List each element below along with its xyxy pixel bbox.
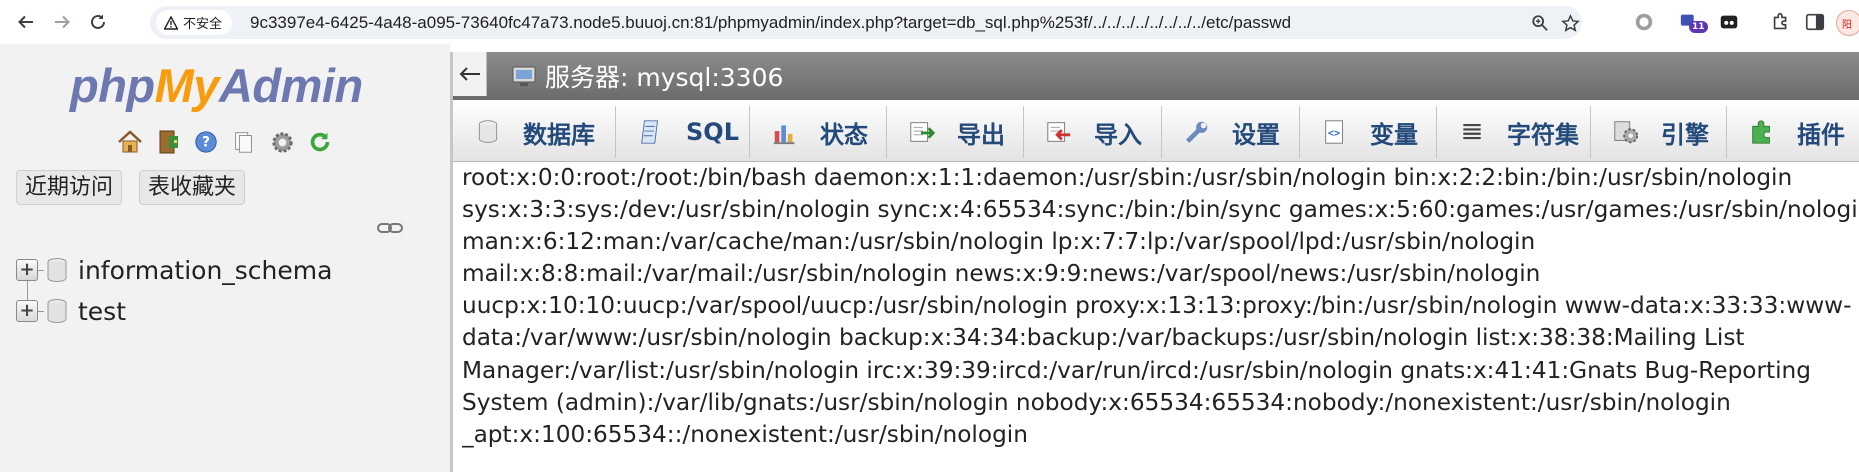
export-icon — [907, 117, 937, 147]
phpmyadmin-logo[interactable]: phpMyAdmin — [70, 58, 363, 113]
tab-export[interactable]: 导出 — [887, 106, 1024, 158]
server-icon — [512, 66, 536, 86]
database-name[interactable]: test — [78, 297, 126, 326]
main-menu: 数据库 SQL 状态 导出 导入 设置 <> 变量 字符集 引擎 插件 — [453, 100, 1859, 162]
plugins-icon — [1747, 117, 1777, 147]
charset-icon — [1457, 117, 1487, 147]
home-icon[interactable] — [116, 127, 144, 157]
tab-settings[interactable]: 设置 — [1162, 106, 1300, 158]
sql-icon — [636, 117, 666, 147]
database-name[interactable]: information_schema — [78, 256, 332, 285]
bookmark-star-icon[interactable] — [1560, 13, 1580, 33]
database-item[interactable]: + information_schema — [16, 254, 332, 286]
help-icon[interactable]: ? — [192, 127, 220, 157]
settings-gear-icon[interactable] — [268, 127, 296, 157]
warning-triangle-icon — [164, 15, 178, 30]
collapse-nav-button[interactable] — [453, 52, 487, 96]
tab-variables[interactable]: <> 变量 — [1300, 106, 1437, 158]
address-bar[interactable]: 不安全 9c3397e4-6425-4a48-a095-73640fc47a73… — [150, 6, 1582, 39]
tab-charsets[interactable]: 字符集 — [1437, 106, 1591, 158]
extension-glasses-icon[interactable] — [1717, 10, 1741, 34]
output-line: mail:x:8:8:mail:/var/mail:/usr/sbin/nolo… — [462, 260, 1541, 288]
tab-import[interactable]: 导入 — [1024, 106, 1162, 158]
svg-text:<>: <> — [1328, 128, 1340, 140]
back-arrow-icon — [18, 15, 33, 29]
refresh-icon[interactable] — [306, 127, 334, 157]
extensions-puzzle-icon[interactable] — [1769, 10, 1793, 34]
security-indicator[interactable]: 不安全 — [156, 10, 233, 35]
security-label: 不安全 — [183, 17, 223, 32]
output-line: sys:x:3:3:sys:/dev:/usr/sbin/nologin syn… — [462, 196, 1859, 224]
docs-icon[interactable] — [230, 127, 258, 157]
arrow-left-icon — [459, 67, 480, 81]
favorites-tab[interactable]: 表收藏夹 — [139, 170, 246, 205]
zoom-icon[interactable] — [1530, 13, 1550, 33]
server-label[interactable]: 服务器: mysql:3306 — [545, 58, 783, 94]
back-button[interactable] — [14, 10, 38, 34]
navigation-panel: phpMyAdmin ? 近期访问 表收藏夹 + information_sch… — [0, 44, 450, 472]
quick-links: ? — [116, 127, 334, 157]
database-icon — [47, 299, 67, 324]
output-line: _apt:x:100:65534::/nonexistent:/usr/sbin… — [462, 420, 1028, 448]
database-item[interactable]: + test — [16, 295, 126, 327]
settings-wrench-icon — [1182, 117, 1212, 147]
page-output: root:x:0:0:root:/root:/bin/bash daemon:x… — [462, 162, 1859, 472]
tab-engines[interactable]: 引擎 — [1591, 106, 1727, 158]
link-chain-icon[interactable] — [376, 220, 404, 236]
engines-icon — [1611, 117, 1641, 147]
side-panel-icon[interactable] — [1803, 10, 1827, 34]
extension-circle-icon[interactable] — [1632, 10, 1656, 34]
svg-text:?: ? — [202, 135, 210, 151]
extension-badge-icon[interactable]: 11 — [1678, 10, 1708, 34]
output-line: root:x:0:0:root:/root:/bin/bash daemon:x… — [462, 164, 1793, 191]
forward-button[interactable] — [50, 10, 74, 34]
url-text[interactable]: 9c3397e4-6425-4a48-a095-73640fc47a73.nod… — [250, 13, 1291, 33]
tab-plugins[interactable]: 插件 — [1727, 106, 1859, 158]
extension-badge-count: 11 — [1689, 21, 1708, 33]
server-breadcrumb-bar: 服务器: mysql:3306 — [453, 52, 1859, 100]
recent-tab[interactable]: 近期访问 — [16, 170, 123, 205]
logout-icon[interactable] — [154, 127, 182, 157]
output-line: System (admin):/var/lib/gnats:/usr/sbin/… — [462, 388, 1731, 416]
tab-status[interactable]: 状态 — [750, 106, 887, 158]
status-icon — [770, 117, 800, 147]
output-line: uucp:x:10:10:uucp:/var/spool/uucp:/usr/s… — [462, 292, 1852, 320]
import-icon — [1044, 117, 1074, 147]
variables-icon: <> — [1320, 117, 1350, 147]
tab-databases[interactable]: 数据库 — [453, 106, 616, 158]
output-line: data:/var/www:/usr/sbin/nologin backup:x… — [462, 324, 1745, 352]
expand-icon[interactable]: + — [16, 259, 38, 281]
reload-button[interactable] — [86, 10, 110, 34]
forward-arrow-icon — [55, 15, 70, 29]
output-line: Manager:/var/list:/usr/sbin/nologin irc:… — [462, 356, 1811, 384]
expand-icon[interactable]: + — [16, 300, 38, 322]
tab-sql[interactable]: SQL — [616, 106, 750, 158]
database-icon — [47, 258, 67, 283]
output-line: man:x:6:12:man:/var/cache/man:/usr/sbin/… — [462, 228, 1536, 256]
reload-icon — [91, 14, 105, 29]
browser-toolbar: 不安全 9c3397e4-6425-4a48-a095-73640fc47a73… — [0, 0, 1859, 44]
profile-avatar[interactable]: 阳 — [1836, 10, 1859, 36]
database-icon — [473, 117, 503, 147]
